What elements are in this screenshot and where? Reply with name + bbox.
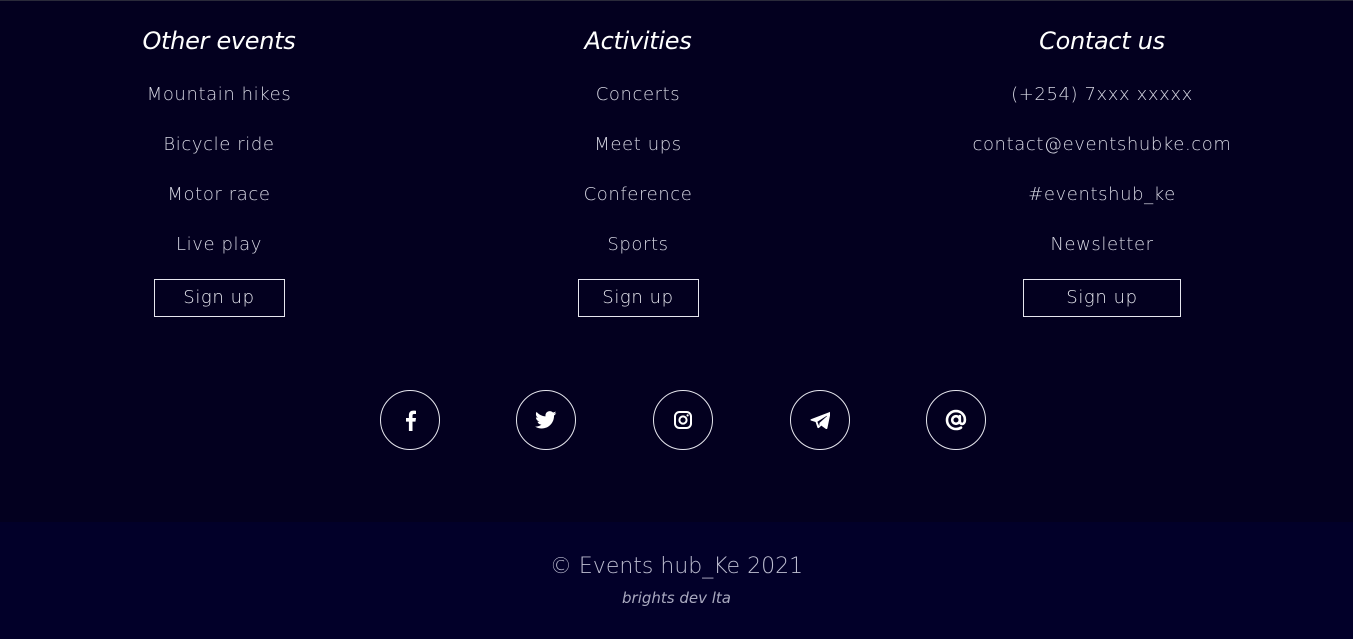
social-links <box>0 390 1353 452</box>
link-list: (+254) 7xxx xxxxx contact@eventshubke.co… <box>872 79 1332 279</box>
instagram-link[interactable] <box>653 390 713 450</box>
facebook-icon <box>406 410 416 431</box>
link-concerts[interactable]: Concerts <box>596 84 681 105</box>
at-sign-icon <box>945 409 967 431</box>
link-meet-ups[interactable]: Meet ups <box>594 134 681 155</box>
facebook-link[interactable] <box>380 390 440 450</box>
link-phone[interactable]: (+254) 7xxx xxxxx <box>1011 84 1193 105</box>
link-list: Concerts Meet ups Conference Sports <box>408 79 868 279</box>
twitter-link[interactable] <box>516 390 576 450</box>
list-item: Concerts <box>408 79 868 129</box>
list-item: contact@eventshubke.com <box>872 129 1332 179</box>
twitter-icon <box>535 411 557 429</box>
list-item: Newsletter <box>872 229 1332 279</box>
column-title: Other events <box>142 27 296 55</box>
column-title: Activities <box>584 27 692 55</box>
link-motor-race[interactable]: Motor race <box>167 184 270 205</box>
copyright-text: © Events hub_Ke 2021 <box>549 554 804 579</box>
sign-up-button[interactable]: Sign up <box>577 279 699 317</box>
email-at-link[interactable] <box>926 390 986 450</box>
list-item: Conference <box>408 179 868 229</box>
link-conference[interactable]: Conference <box>584 184 693 205</box>
telegram-link[interactable] <box>790 390 850 450</box>
telegram-icon <box>810 411 830 429</box>
link-email[interactable]: contact@eventshubke.com <box>972 134 1231 155</box>
link-newsletter[interactable]: Newsletter <box>1050 234 1153 255</box>
footer-columns: Other events Mountain hikes Bicycle ride… <box>0 1 1353 341</box>
list-item: #eventshub_ke <box>872 179 1332 229</box>
sign-up-button[interactable]: Sign up <box>153 279 285 317</box>
link-list: Mountain hikes Bicycle ride Motor race L… <box>0 79 449 279</box>
list-item: (+254) 7xxx xxxxx <box>872 79 1332 129</box>
column-other-events: Other events Mountain hikes Bicycle ride… <box>0 1 449 317</box>
list-item: Bicycle ride <box>0 129 449 179</box>
copyright-bar: © Events hub_Ke 2021 brights dev lta <box>0 522 1353 639</box>
link-hashtag[interactable]: #eventshub_ke <box>1028 184 1176 205</box>
column-activities: Activities Concerts Meet ups Conference … <box>408 1 868 317</box>
sign-up-button[interactable]: Sign up <box>1023 279 1181 317</box>
list-item: Sports <box>408 229 868 279</box>
list-item: Live play <box>0 229 449 279</box>
instagram-icon <box>674 411 692 429</box>
link-mountain-hikes[interactable]: Mountain hikes <box>147 84 292 105</box>
link-sports[interactable]: Sports <box>607 234 668 255</box>
credit-text: brights dev lta <box>622 589 731 607</box>
footer-page: Other events Mountain hikes Bicycle ride… <box>0 0 1353 639</box>
link-live-play[interactable]: Live play <box>176 234 262 255</box>
list-item: Motor race <box>0 179 449 229</box>
list-item: Meet ups <box>408 129 868 179</box>
column-contact-us: Contact us (+254) 7xxx xxxxx contact@eve… <box>872 1 1332 317</box>
link-bicycle-ride[interactable]: Bicycle ride <box>163 134 274 155</box>
list-item: Mountain hikes <box>0 79 449 129</box>
column-title: Contact us <box>1039 27 1165 55</box>
